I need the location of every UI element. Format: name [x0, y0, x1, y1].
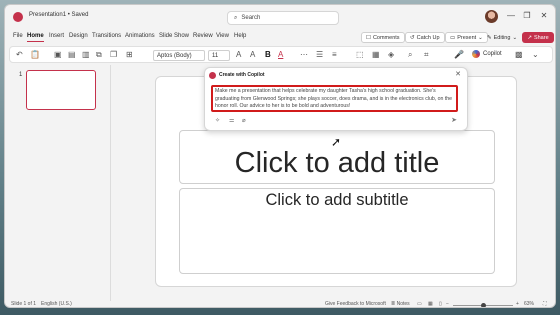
slide-thumbnail[interactable] [26, 70, 96, 110]
fill-icon[interactable]: ◈ [388, 50, 394, 59]
copilot-icon [209, 72, 216, 79]
avatar[interactable] [485, 10, 498, 23]
pencil-icon: ✎ [487, 34, 492, 41]
shapes-icon[interactable]: ⬚ [356, 50, 364, 59]
share-label: Share [533, 34, 549, 41]
bold-icon[interactable]: B [265, 50, 271, 59]
powerpoint-logo-icon [13, 12, 23, 22]
bullets-icon[interactable]: ☰ [316, 50, 323, 59]
tab-help[interactable]: Help [234, 33, 246, 39]
tab-transitions[interactable]: Transitions [92, 33, 121, 39]
reading-view-icon[interactable]: ▯ [439, 301, 442, 307]
present-label: Present [457, 34, 477, 41]
settings-sliders-icon[interactable]: ⚌ [229, 117, 234, 124]
copilot-icon [472, 50, 480, 58]
title-bar: Presentation1 • Saved ⌕ Search — ❐ ✕ [5, 5, 555, 29]
font-name-select[interactable]: Aptos (Body) [153, 50, 205, 61]
status-bar: Slide 1 of 1 English (U.S.) Give Feedbac… [5, 301, 555, 307]
sorter-view-icon[interactable]: ▦ [428, 301, 433, 307]
ribbon-tabs: File Home Insert Design Transitions Anim… [5, 31, 555, 45]
tab-review[interactable]: Review [193, 33, 213, 39]
chevron-down-icon: ⌄ [512, 34, 518, 41]
zoom-in-icon[interactable]: + [516, 301, 519, 307]
new-slide-icon[interactable]: ▣ [54, 50, 62, 59]
tab-view[interactable]: View [216, 33, 229, 39]
notes-icon: ≣ [391, 301, 396, 307]
catch-up-button[interactable]: ↺ Catch Up [405, 32, 445, 43]
powerpoint-window: Presentation1 • Saved ⌕ Search — ❐ ✕ Fil… [4, 4, 556, 308]
copilot-button[interactable]: Copilot [472, 50, 502, 58]
copilot-label: Copilot [483, 51, 502, 57]
reuse-slides-icon[interactable]: ⧉ [96, 50, 102, 60]
slide-number: 1 [19, 72, 23, 78]
undo-icon[interactable]: ↶ [16, 50, 23, 59]
more-icon[interactable]: ⋯ [300, 50, 308, 59]
comment-icon: ☐ [366, 34, 371, 41]
mouse-cursor-icon: ➚ [331, 135, 342, 149]
language-indicator[interactable]: English (U.S.) [41, 301, 72, 307]
close-icon[interactable]: ✕ [538, 11, 550, 20]
find-icon[interactable]: ⌕ [408, 50, 412, 60]
fit-slide-icon[interactable]: ⛶ [543, 301, 547, 307]
tab-design[interactable]: Design [69, 33, 88, 39]
copilot-prompt-input[interactable]: Make me a presentation that helps celebr… [211, 85, 458, 112]
duplicate-icon[interactable]: ❐ [110, 50, 117, 59]
font-color-icon[interactable]: A [278, 50, 283, 59]
sparkle-icon[interactable]: ✧ [215, 117, 220, 124]
decrease-font-icon[interactable]: A [250, 50, 255, 59]
send-icon[interactable]: ➤ [451, 116, 457, 124]
maximize-icon[interactable]: ❐ [521, 11, 533, 20]
section-icon[interactable]: ▥ [82, 50, 90, 59]
close-icon[interactable]: ✕ [455, 70, 461, 78]
present-icon: ▭ [450, 34, 456, 41]
tab-home[interactable]: Home [27, 33, 44, 42]
sensitivity-icon[interactable]: ⌄ [532, 50, 539, 59]
font-name-value: Aptos (Body) [157, 52, 192, 59]
copilot-create-card: Create with Copilot ✕ Make me a presenta… [204, 67, 468, 131]
comments-label: Comments [372, 34, 400, 41]
comments-button[interactable]: ☐ Comments [361, 32, 405, 43]
zoom-out-icon[interactable]: − [446, 301, 449, 307]
editing-label: Editing [493, 34, 511, 41]
tab-insert[interactable]: Insert [49, 33, 64, 39]
zoom-level[interactable]: 63% [524, 301, 534, 307]
zoom-slider-thumb[interactable] [481, 303, 486, 307]
subtitle-placeholder[interactable]: Click to add subtitle [179, 188, 495, 274]
layout-icon[interactable]: ▤ [68, 50, 76, 59]
slide-count: Slide 1 of 1 [11, 301, 37, 307]
document-title[interactable]: Presentation1 • Saved [29, 12, 88, 18]
share-icon: ↗ [527, 34, 532, 41]
catch-up-label: Catch Up [416, 34, 440, 41]
arrange-icon[interactable]: ▦ [372, 50, 380, 59]
dictate-icon[interactable]: 🎤 [454, 50, 464, 59]
normal-view-icon[interactable]: ▭ [417, 301, 422, 307]
insert-icon[interactable]: ⊞ [126, 50, 133, 59]
minimize-icon[interactable]: — [505, 11, 517, 20]
catch-up-icon: ↺ [410, 34, 415, 41]
ribbon-toolbar: ↶ 📋 ▣ ▤ ▥ ⧉ ❐ ⊞ Aptos (Body) 11 A A B A … [9, 46, 553, 63]
search-placeholder: Search [241, 15, 261, 21]
align-icon[interactable]: ≡ [332, 50, 337, 59]
font-size-select[interactable]: 11 [208, 50, 230, 61]
copilot-card-title: Create with Copilot [219, 72, 265, 78]
search-input[interactable]: ⌕ Search [227, 11, 339, 25]
font-size-value: 11 [212, 52, 219, 59]
increase-font-icon[interactable]: A [236, 50, 241, 59]
tab-slide-show[interactable]: Slide Show [159, 33, 189, 39]
feedback-link[interactable]: Give Feedback to Microsoft [325, 301, 386, 307]
attach-icon[interactable]: ⌀ [242, 117, 246, 124]
designer-icon[interactable]: ▩ [515, 50, 523, 59]
clipboard-icon[interactable]: 📋 [30, 50, 40, 59]
notes-label: Notes [396, 301, 410, 307]
editing-button[interactable]: ✎ Editing ⌄ [483, 32, 521, 43]
notes-button[interactable]: ≣ Notes [391, 301, 410, 307]
pane-divider [110, 65, 111, 301]
tab-animations[interactable]: Animations [125, 33, 155, 39]
share-button[interactable]: ↗ Share [522, 32, 554, 43]
arrange-2-icon[interactable]: ⌗ [424, 50, 429, 60]
search-icon: ⌕ [234, 14, 238, 21]
present-button[interactable]: ▭ Present ⌄ [445, 32, 488, 43]
tab-file[interactable]: File [13, 33, 23, 39]
